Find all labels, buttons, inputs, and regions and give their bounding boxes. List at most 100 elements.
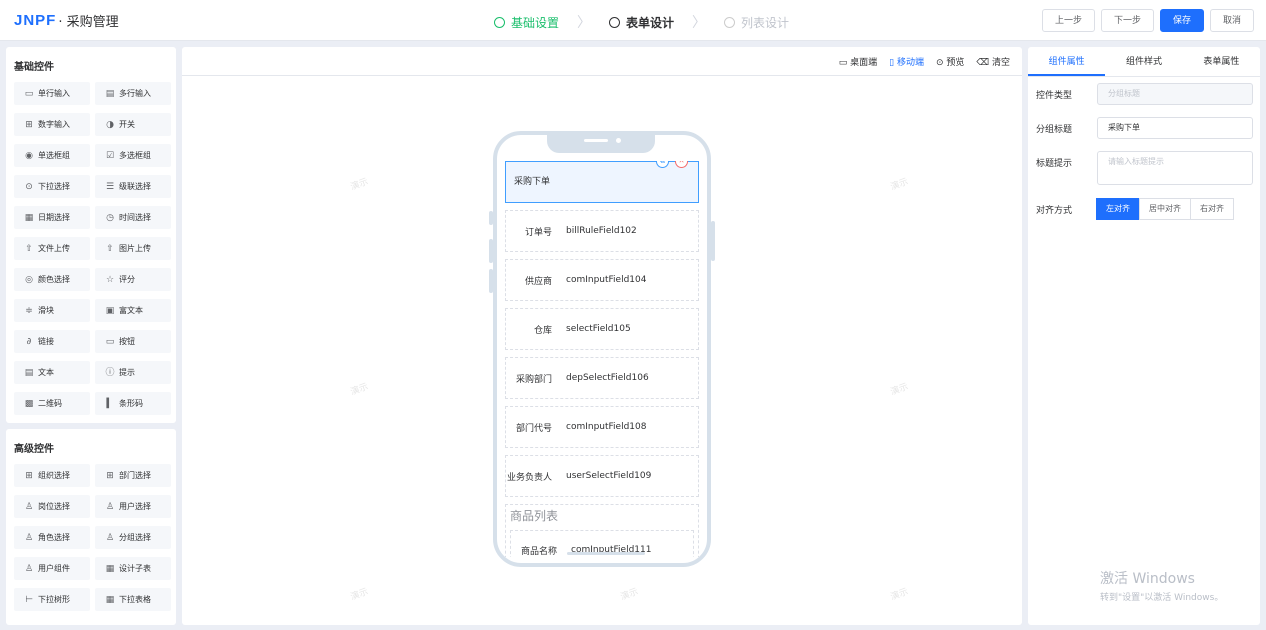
watermark: 演示 xyxy=(619,587,640,603)
control-type-field: 分组标题 xyxy=(1097,83,1253,105)
speaker xyxy=(584,139,608,142)
clear-button[interactable]: ⌫ 清空 xyxy=(976,55,1010,68)
field-label: 订单号 xyxy=(524,227,552,238)
control-item[interactable]: ♙ 岗位选择 xyxy=(14,495,90,518)
form-field[interactable]: 仓库 selectField105 xyxy=(505,308,699,350)
control-label: 用户组件 xyxy=(38,564,70,573)
title-hint-row: 标题提示 请输入标题提示 xyxy=(1036,151,1253,185)
control-icon: ♙ xyxy=(24,564,34,574)
title-hint-label: 标题提示 xyxy=(1036,159,1073,169)
step-list-design[interactable]: 列表设计 xyxy=(724,14,789,31)
control-item[interactable]: ◉ 单选框组 xyxy=(14,144,90,167)
control-icon: ☆ xyxy=(105,275,115,285)
control-label: 单选框组 xyxy=(38,151,70,160)
control-label: 单行输入 xyxy=(38,89,70,98)
title-hint-textarea[interactable]: 请输入标题提示 xyxy=(1097,151,1253,185)
control-item[interactable]: ▦ 日期选择 xyxy=(14,206,90,229)
watermark: 演示 xyxy=(889,177,910,193)
field-value: comInputField108 xyxy=(566,422,647,432)
control-icon: ☰ xyxy=(105,182,115,192)
control-type-row: 控件类型 分组标题 xyxy=(1036,83,1253,105)
control-item[interactable]: ≑ 滑块 xyxy=(14,299,90,322)
align-left-button[interactable]: 左对齐 xyxy=(1096,198,1140,220)
step-form-design[interactable]: 表单设计 xyxy=(609,14,674,31)
control-icon: ▭ xyxy=(105,337,115,347)
control-item[interactable]: ⊞ 数字输入 xyxy=(14,113,90,136)
delete-icon[interactable]: ✕ xyxy=(675,161,688,168)
form-field[interactable]: 供应商 comInputField104 xyxy=(505,259,699,301)
control-item[interactable]: ▤ 文本 xyxy=(14,361,90,384)
control-item[interactable]: ▩ 二维码 xyxy=(14,392,90,415)
control-item[interactable]: ⊢ 下拉树形 xyxy=(14,588,90,611)
advanced-controls-title: 高级控件 xyxy=(14,444,54,455)
control-item[interactable]: ▍ 条形码 xyxy=(95,392,171,415)
control-icon: ◷ xyxy=(106,213,114,223)
control-label: 岗位选择 xyxy=(38,502,70,511)
control-icon: ⊞ xyxy=(106,471,114,481)
field-value: userSelectField109 xyxy=(566,471,652,481)
control-item[interactable]: ◷ 时间选择 xyxy=(95,206,171,229)
control-item[interactable]: ⇧ 文件上传 xyxy=(14,237,90,260)
control-label: 评分 xyxy=(119,275,135,284)
next-button[interactable]: 下一步 xyxy=(1100,9,1154,32)
side-button xyxy=(489,239,493,263)
group-title-label: 分组标题 xyxy=(1036,124,1073,135)
side-button xyxy=(489,211,493,225)
watermark: 演示 xyxy=(349,177,370,193)
control-icon: ▤ xyxy=(24,368,34,378)
form-field[interactable]: 业务负责人 userSelectField109 xyxy=(505,455,699,497)
control-item[interactable]: ⇧ 图片上传 xyxy=(95,237,171,260)
step-basic-settings[interactable]: 基础设置 xyxy=(494,14,559,31)
control-item[interactable]: ▦ 下拉表格 xyxy=(95,588,171,611)
copy-icon[interactable]: ⧉ xyxy=(656,161,669,168)
control-item[interactable]: ☆ 评分 xyxy=(95,268,171,291)
control-item[interactable]: ♙ 用户选择 xyxy=(95,495,171,518)
prev-button[interactable]: 上一步 xyxy=(1041,9,1095,32)
control-item[interactable]: ▭ 单行输入 xyxy=(14,82,90,105)
control-item[interactable]: ◎ 颜色选择 xyxy=(14,268,90,291)
control-icon: ⊢ xyxy=(25,595,33,605)
control-label: 开关 xyxy=(119,120,135,129)
tab-component-style[interactable]: 组件样式 xyxy=(1105,47,1182,76)
control-icon: ∂ xyxy=(26,337,32,347)
group-title: 商品列表 xyxy=(510,509,559,523)
control-item[interactable]: ⓘ 提示 xyxy=(95,361,171,384)
control-item[interactable]: ∂ 链接 xyxy=(14,330,90,353)
cancel-button[interactable]: 取消 xyxy=(1209,9,1254,32)
tab-form-properties[interactable]: 表单属性 xyxy=(1183,47,1260,76)
clear-label: 清空 xyxy=(991,58,1010,68)
control-item[interactable]: ⊞ 部门选择 xyxy=(95,464,171,487)
mobile-toggle[interactable]: ▯ 移动端 xyxy=(889,55,924,68)
align-center-button[interactable]: 居中对齐 xyxy=(1139,198,1191,220)
control-item[interactable]: ♙ 分组选择 xyxy=(95,526,171,549)
save-button[interactable]: 保存 xyxy=(1159,9,1204,32)
control-icon: ▦ xyxy=(105,595,115,605)
control-icon: ⇧ xyxy=(25,244,33,254)
form-field[interactable]: 采购部门 depSelectField106 xyxy=(505,357,699,399)
product-list-group[interactable]: 商品列表 商品名称 comInputField111 xyxy=(505,504,699,557)
control-item[interactable]: ♙ 用户组件 xyxy=(14,557,90,580)
control-item[interactable]: ☰ 级联选择 xyxy=(95,175,171,198)
step-label: 基础设置 xyxy=(511,15,560,30)
group-title-input[interactable]: 采购下单 xyxy=(1097,117,1253,139)
control-icon: ▭ xyxy=(24,89,34,99)
selected-group-title[interactable]: 采购下单 ⧉ ✕ xyxy=(505,161,699,203)
preview-button[interactable]: ⊙ 预览 xyxy=(936,55,964,68)
tab-component-properties[interactable]: 组件属性 xyxy=(1028,47,1106,76)
form-field[interactable]: 部门代号 comInputField108 xyxy=(505,406,699,448)
control-item[interactable]: ⊙ 下拉选择 xyxy=(14,175,90,198)
desktop-toggle[interactable]: ▭ 桌面端 xyxy=(839,55,877,68)
activation-hint: 转到"设置"以激活 Windows。 xyxy=(1100,593,1224,603)
align-right-button[interactable]: 右对齐 xyxy=(1190,198,1234,220)
control-item[interactable]: ▦ 设计子表 xyxy=(95,557,171,580)
control-item[interactable]: ▤ 多行输入 xyxy=(95,82,171,105)
control-item[interactable]: ◑ 开关 xyxy=(95,113,171,136)
step-bar: 基础设置 〉 表单设计 〉 列表设计 xyxy=(494,12,789,32)
form-field[interactable]: 订单号 billRuleField102 xyxy=(505,210,699,252)
control-item[interactable]: ☑ 多选框组 xyxy=(95,144,171,167)
control-type-label: 控件类型 xyxy=(1036,90,1073,101)
control-item[interactable]: ♙ 角色选择 xyxy=(14,526,90,549)
control-item[interactable]: ⊞ 组织选择 xyxy=(14,464,90,487)
control-item[interactable]: ▭ 按钮 xyxy=(95,330,171,353)
control-item[interactable]: ▣ 富文本 xyxy=(95,299,171,322)
